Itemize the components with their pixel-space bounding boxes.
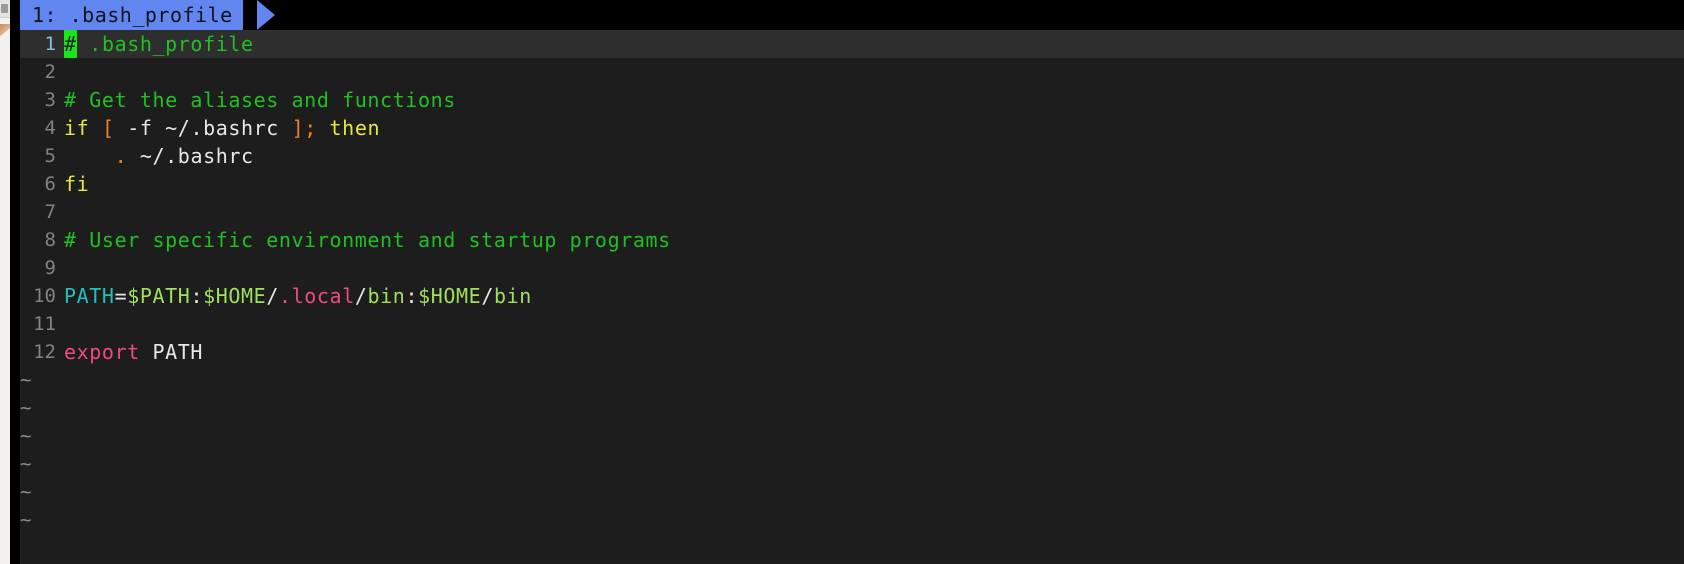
line-content[interactable]: PATH=$PATH:$HOME/.local/bin:$HOME/bin	[64, 282, 1684, 310]
code-token: bin	[493, 284, 532, 308]
tilde-filler-icon: ~	[20, 453, 32, 475]
line-content[interactable]: if [ -f ~/.bashrc ]; then	[64, 114, 1684, 142]
line-number: 1	[44, 33, 56, 55]
code-token: $HOME	[203, 284, 267, 308]
code-token: :	[405, 284, 419, 308]
line-number: 9	[44, 257, 56, 279]
tilde-filler-icon: ~	[20, 509, 32, 531]
line-number: 6	[44, 173, 56, 195]
code-token: .	[114, 144, 128, 168]
line-number: 4	[44, 117, 56, 139]
terminal-window[interactable]: 1: .bash_profile 1 # .bash_profile 2 3 # Get…	[10, 0, 1684, 564]
code-token: :	[190, 284, 204, 308]
line-number: 3	[44, 89, 56, 111]
empty-buffer-line: ~	[20, 422, 1684, 450]
editor-line[interactable]: 10 PATH=$PATH:$HOME/.local/bin:$HOME/bin	[20, 282, 1684, 310]
code-token: .local	[278, 284, 355, 308]
background-window-content-glyph	[0, 24, 10, 38]
editor-tabline: 1: .bash_profile	[10, 0, 1684, 30]
empty-buffer-line: ~	[20, 366, 1684, 394]
code-token: =	[114, 284, 128, 308]
line-content[interactable]: . ~/.bashrc	[64, 142, 1684, 170]
code-token: /	[481, 284, 494, 308]
code-token: if	[64, 116, 102, 140]
line-number: 12	[33, 341, 56, 363]
editor-left-margin	[10, 0, 20, 564]
line-content[interactable]: export PATH	[64, 338, 1684, 366]
code-token: /	[354, 284, 368, 308]
code-token: then	[316, 116, 381, 140]
code-token: # User specific environment and startup …	[64, 228, 671, 252]
code-token: PATH	[64, 284, 115, 308]
line-content[interactable]: # Get the aliases and functions	[64, 86, 1684, 114]
editor-line[interactable]: 3 # Get the aliases and functions	[20, 86, 1684, 114]
text-cursor: #	[64, 30, 77, 58]
editor-line[interactable]: 11	[20, 310, 1684, 338]
tilde-filler-icon: ~	[20, 425, 32, 447]
code-token: -f ~/.bashrc	[114, 116, 292, 140]
code-token: # Get the aliases and functions	[64, 88, 456, 112]
code-token: ;	[304, 116, 317, 140]
tab-bash-profile[interactable]: 1: .bash_profile	[20, 0, 243, 30]
tilde-filler-icon: ~	[20, 369, 32, 391]
editor-line[interactable]: 7	[20, 198, 1684, 226]
empty-buffer-line: ~	[20, 450, 1684, 478]
code-token: bin	[367, 284, 406, 308]
empty-buffer-line: ~	[20, 394, 1684, 422]
line-content[interactable]: # User specific environment and startup …	[64, 226, 1684, 254]
line-number: 7	[44, 201, 56, 223]
screen: 1: .bash_profile 1 # .bash_profile 2 3 # Get…	[0, 0, 1684, 564]
code-token: $PATH	[127, 284, 191, 308]
line-number: 5	[44, 145, 56, 167]
code-token: /	[266, 284, 279, 308]
tab-label: 1: .bash_profile	[32, 3, 233, 27]
empty-buffer-line: ~	[20, 506, 1684, 534]
editor-buffer[interactable]: 1 # .bash_profile 2 3 # Get the aliases and …	[20, 30, 1684, 564]
code-token: PATH	[139, 340, 204, 364]
editor-line[interactable]: 4 if [ -f ~/.bashrc ]; then	[20, 114, 1684, 142]
editor-line[interactable]: 6 fi	[20, 170, 1684, 198]
code-token: $HOME	[418, 284, 482, 308]
editor-line[interactable]: 1 # .bash_profile	[20, 30, 1684, 58]
code-token: .bash_profile	[76, 32, 254, 56]
tab-powerline-arrow-icon	[257, 0, 275, 30]
editor-line[interactable]: 5 . ~/.bashrc	[20, 142, 1684, 170]
code-token: ~/.bashrc	[127, 144, 254, 168]
code-token: ]	[291, 116, 305, 140]
editor-line[interactable]: 9	[20, 254, 1684, 282]
code-token: export	[64, 340, 140, 364]
line-number: 11	[33, 313, 56, 335]
line-number: 8	[44, 229, 56, 251]
tilde-filler-icon: ~	[20, 481, 32, 503]
background-window-icon	[1, 4, 8, 13]
empty-buffer-line: ~	[20, 478, 1684, 506]
line-number: 2	[44, 61, 56, 83]
background-window-sliver[interactable]	[0, 0, 10, 564]
editor-line[interactable]: 8 # User specific environment and startup…	[20, 226, 1684, 254]
line-content[interactable]: # .bash_profile	[64, 30, 1684, 58]
editor-line[interactable]: 2	[20, 58, 1684, 86]
code-token: [	[101, 116, 115, 140]
line-content[interactable]: fi	[64, 170, 1684, 198]
line-number: 10	[33, 285, 56, 307]
tilde-filler-icon: ~	[20, 397, 32, 419]
code-token: fi	[64, 172, 90, 196]
editor-line[interactable]: 12 export PATH	[20, 338, 1684, 366]
